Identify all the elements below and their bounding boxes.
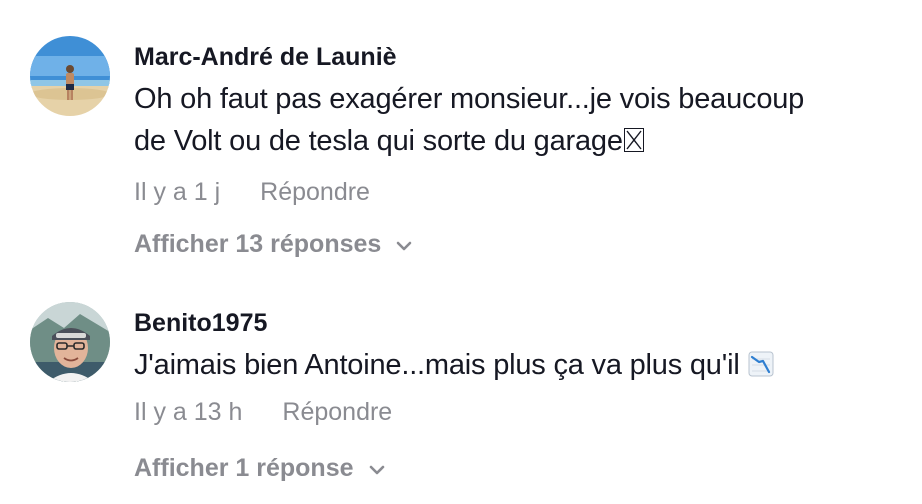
avatar[interactable]: [30, 302, 110, 382]
reply-button[interactable]: Répondre: [260, 176, 370, 208]
comment-text-line: J'aimais bien Antoine...mais plus ça va …: [134, 349, 740, 381]
comment-text-line: Oh oh faut pas exagérer monsieur...je vo…: [134, 83, 805, 115]
missing-glyph-icon: [623, 128, 644, 152]
comment-timestamp: Il y a 1 j: [134, 178, 221, 206]
comment-meta: Il y a 1 j Répondre: [134, 176, 912, 208]
chevron-down-icon: [368, 452, 386, 484]
comment-text: Oh oh faut pas exagérer monsieur...je vo…: [134, 78, 912, 162]
comment-text: J'aimais bien Antoine...mais plus ça va …: [134, 344, 912, 386]
view-replies-label: Afficher 1 réponse: [134, 454, 354, 482]
chart-decreasing-icon: [748, 347, 774, 377]
view-replies-button[interactable]: Afficher 13 réponses: [134, 228, 912, 260]
comment-meta: Il y a 13 h Répondre: [134, 396, 912, 428]
comment-timestamp: Il y a 13 h: [134, 398, 243, 426]
view-replies-label: Afficher 13 réponses: [134, 230, 382, 258]
comment-username[interactable]: Benito1975: [134, 308, 912, 338]
avatar-man-image: [30, 302, 110, 382]
reply-button[interactable]: Répondre: [282, 396, 392, 428]
avatar[interactable]: [30, 36, 110, 116]
avatar-beach-image: [30, 36, 110, 116]
comment-username[interactable]: Marc-André de Launiè: [134, 42, 912, 72]
chevron-down-icon: [395, 228, 413, 260]
comment-text-line-wrap: de Volt ou de tesla qui sorte du garage: [134, 120, 912, 162]
view-replies-button[interactable]: Afficher 1 réponse: [134, 452, 912, 484]
comment-text-line: de Volt ou de tesla qui sorte du garage: [134, 125, 623, 157]
